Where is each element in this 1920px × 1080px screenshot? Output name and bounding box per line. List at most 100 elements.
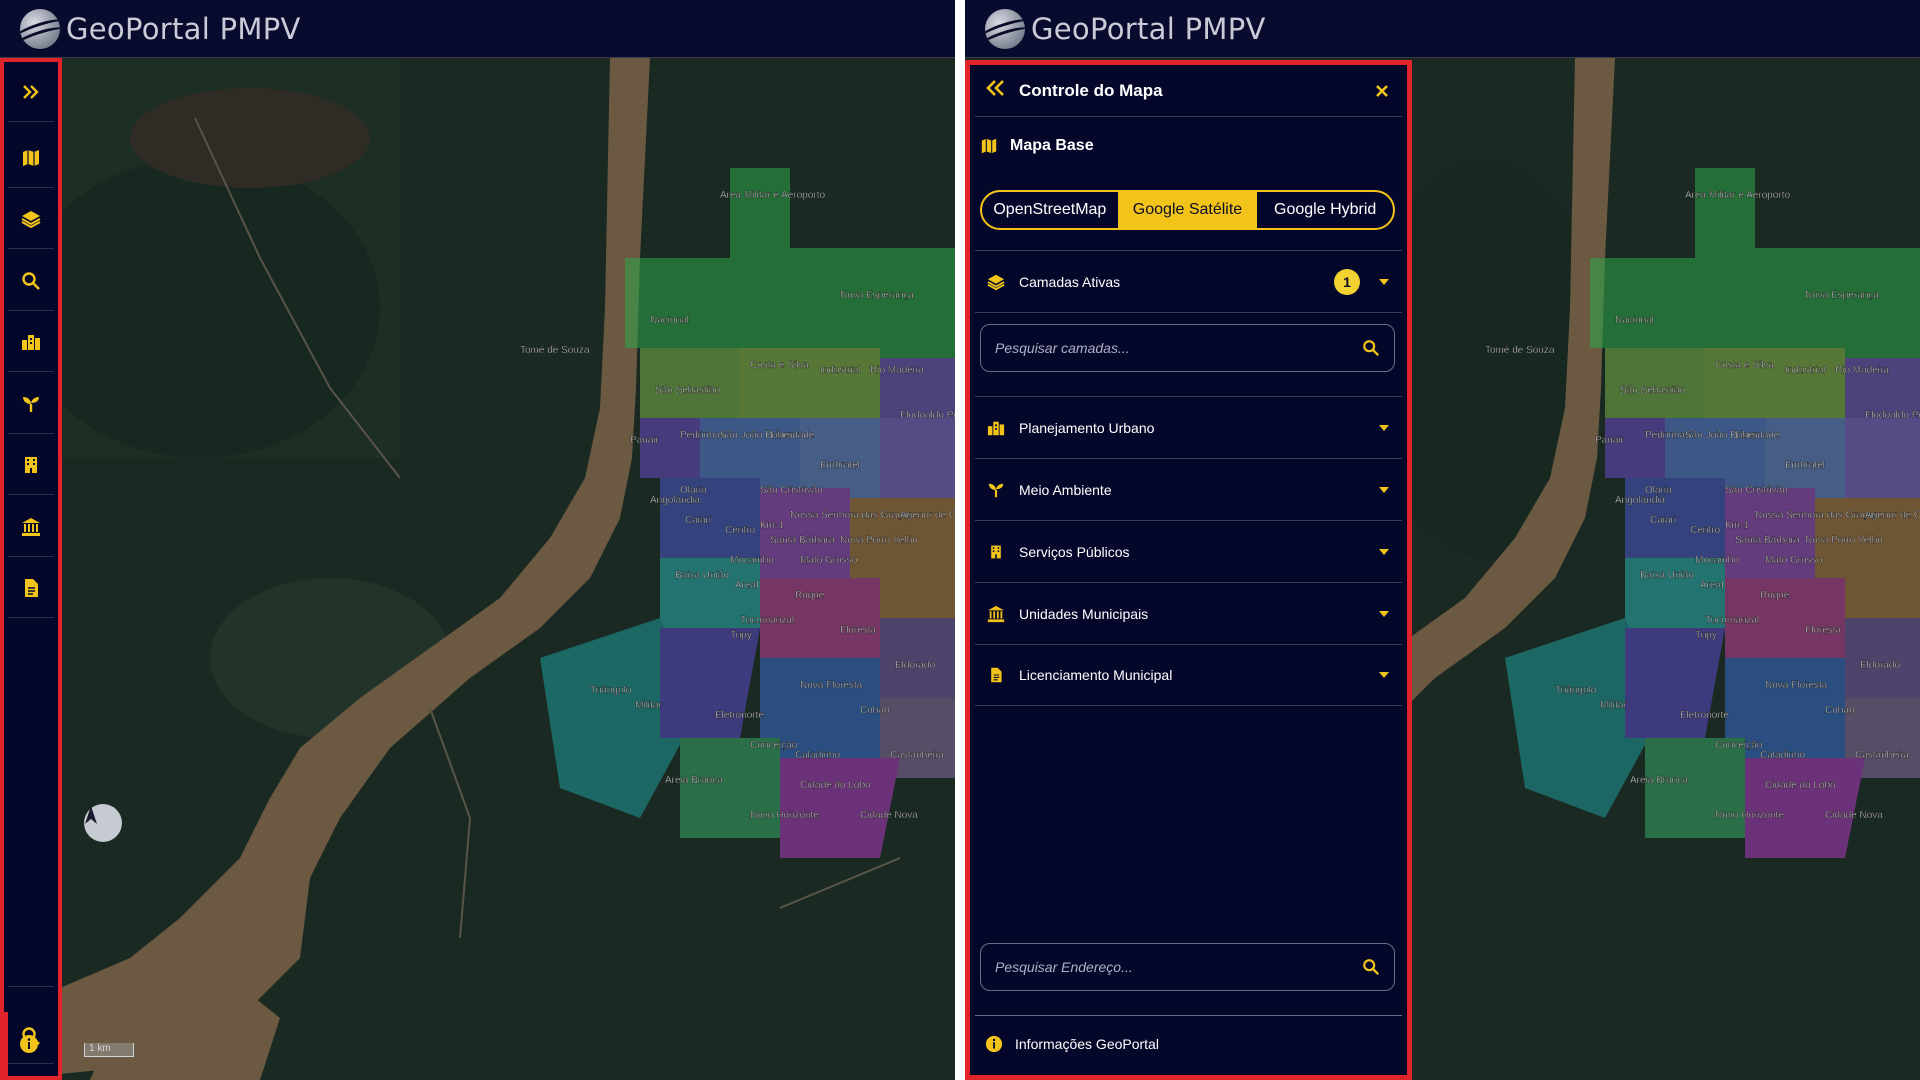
address-search-input[interactable] bbox=[995, 959, 1362, 975]
category-licensing[interactable]: Licenciamento Municipal bbox=[975, 644, 1402, 706]
neighborhood-label: Tomé de Souza bbox=[520, 345, 590, 356]
neighborhood-label: Liberdade bbox=[770, 430, 815, 441]
neighborhood-label: Santa Bárbara bbox=[1735, 535, 1800, 546]
neighborhood-label: Eletronorte bbox=[1680, 710, 1729, 721]
neighborhood-label: Costa e Silva bbox=[1715, 360, 1774, 371]
neighborhood-label: Flodoaldo Pontes Pinto bbox=[900, 410, 955, 421]
neighborhood-label: Agenor de Carvalho bbox=[1865, 510, 1920, 521]
active-layers-row[interactable]: Camadas Ativas 1 bbox=[975, 250, 1402, 312]
neighborhood-label: Santa Bárbara bbox=[770, 535, 835, 546]
neighborhood-label: Rio Madeira bbox=[870, 365, 924, 376]
neighborhood-label: Mato Grosso bbox=[1765, 555, 1823, 566]
neighborhood-label: Área Militar e Aeroporto bbox=[720, 188, 825, 201]
logo-icon bbox=[20, 8, 60, 49]
base-map-selector: OpenStreetMap Google Satélite Google Hyb… bbox=[980, 190, 1395, 230]
neighborhood-label: Caiari bbox=[685, 515, 711, 526]
category-municipal-units[interactable]: Unidades Municipais bbox=[975, 582, 1402, 644]
neighborhood-label: Nossa Senhora das Graças bbox=[790, 510, 913, 521]
base-map-option-google-satellite[interactable]: Google Satélite bbox=[1117, 192, 1258, 228]
neighborhood-label: Triângulo bbox=[1555, 685, 1597, 696]
layers-icon bbox=[987, 274, 1005, 290]
neighborhood-label: Nacional bbox=[650, 315, 689, 326]
neighborhood-label: Panair bbox=[630, 435, 660, 446]
neighborhood-label: Angolândia bbox=[650, 495, 700, 506]
map-control-panel: Controle do Mapa Mapa Base OpenStreetMap… bbox=[965, 60, 1412, 1080]
neighborhood-label: Nova Floresta bbox=[1765, 680, 1828, 691]
compass-button[interactable] bbox=[84, 804, 122, 842]
rail-licensing-button[interactable] bbox=[8, 558, 54, 618]
neighborhood-label: Flodoaldo Pontes Pinto bbox=[1865, 410, 1920, 421]
neighborhood-label: Caladinho bbox=[1760, 750, 1805, 761]
category-urban-planning[interactable]: Planejamento Urbano bbox=[975, 396, 1402, 458]
neighborhood-label: Industrial bbox=[820, 365, 861, 376]
caret-down-icon bbox=[1379, 424, 1389, 431]
rail-search-button[interactable] bbox=[8, 251, 54, 311]
rail-urban-planning-button[interactable] bbox=[8, 312, 54, 372]
neighborhood-label: Cidade Nova bbox=[860, 810, 918, 821]
expand-category-button[interactable] bbox=[1366, 424, 1402, 432]
category-label: Meio Ambiente bbox=[1019, 481, 1112, 498]
expand-active-layers-button[interactable] bbox=[1366, 278, 1402, 286]
layer-search-input[interactable] bbox=[995, 340, 1362, 356]
neighborhood-label: Areal bbox=[1700, 580, 1723, 591]
caret-down-icon bbox=[1379, 548, 1389, 555]
neighborhood-label: Mocambo bbox=[1695, 555, 1739, 566]
double-chevron-right-icon bbox=[23, 84, 39, 99]
expand-category-button[interactable] bbox=[1366, 610, 1402, 618]
category-label: Serviços Públicos bbox=[1019, 543, 1130, 560]
close-icon bbox=[1376, 84, 1388, 97]
neighborhood-label: Baixa União bbox=[1640, 570, 1694, 581]
scale-bar: 1 km bbox=[84, 1043, 134, 1057]
neighborhood-label: Cidade Nova bbox=[1825, 810, 1883, 821]
expand-category-button[interactable] bbox=[1366, 671, 1402, 679]
collapse-panel-button[interactable] bbox=[985, 79, 1015, 102]
neighborhood-label: Floresta bbox=[1805, 625, 1842, 636]
category-label: Unidades Municipais bbox=[1019, 605, 1149, 622]
neighborhood-label: Triângulo bbox=[590, 685, 632, 696]
neighborhood-label: Liberdade bbox=[1735, 430, 1780, 441]
neighborhood-label: Areia Branca bbox=[1630, 775, 1688, 786]
search-icon[interactable] bbox=[1362, 958, 1380, 976]
neighborhood-label: Cidade do Lobo bbox=[1765, 780, 1836, 791]
expand-sidebar-button[interactable] bbox=[8, 62, 54, 122]
double-chevron-left-icon bbox=[986, 80, 1004, 96]
neighborhood-label: Tomé de Souza bbox=[1485, 345, 1555, 356]
satellite-map[interactable]: Área Militar e Aeroporto Nova Esperança Na… bbox=[0, 58, 955, 1080]
neighborhood-label: São Cristóvão bbox=[760, 485, 823, 496]
caret-down-icon bbox=[1379, 486, 1389, 493]
rail-layers-button[interactable] bbox=[8, 189, 54, 249]
screen: GeoPortal PMPV Área Militar e Aeroporto … bbox=[0, 0, 1920, 1080]
neighborhood-label: Rio Madeira bbox=[1835, 365, 1889, 376]
geoportal-info-link[interactable]: Informações GeoPortal bbox=[975, 1015, 1402, 1071]
rail-info-button[interactable] bbox=[4, 1012, 50, 1076]
neighborhood-label: Pedrinhas bbox=[1645, 430, 1690, 441]
rail-environment-button[interactable] bbox=[8, 374, 54, 434]
map-canvas[interactable]: Área Militar e Aeroporto Nova Esperança Na… bbox=[0, 58, 955, 1080]
landmark-icon bbox=[22, 517, 40, 536]
neighborhood-label: Eletronorte bbox=[715, 710, 764, 721]
category-environment[interactable]: Meio Ambiente bbox=[975, 458, 1402, 520]
neighborhood-label: Industrial bbox=[1785, 365, 1826, 376]
seedling-icon bbox=[23, 396, 39, 412]
rail-public-services-button[interactable] bbox=[8, 435, 54, 495]
neighborhood-label: Caladinho bbox=[795, 750, 840, 761]
close-panel-button[interactable] bbox=[1362, 71, 1402, 111]
layers-icon bbox=[21, 210, 41, 228]
top-bar: GeoPortal PMPV bbox=[0, 0, 955, 58]
map-icon bbox=[981, 138, 997, 154]
rail-municipal-units-button[interactable] bbox=[8, 497, 54, 557]
neighborhood-label: Embratel bbox=[1785, 460, 1825, 471]
address-search-box bbox=[980, 943, 1395, 991]
collapsed-sidebar bbox=[0, 58, 62, 1080]
expand-category-button[interactable] bbox=[1366, 486, 1402, 494]
category-public-services[interactable]: Serviços Públicos bbox=[975, 520, 1402, 582]
neighborhood-label: Eldorado bbox=[1860, 660, 1900, 671]
info-icon bbox=[985, 1035, 1003, 1052]
base-map-option-google-hybrid[interactable]: Google Hybrid bbox=[1257, 192, 1393, 228]
neighborhood-label: Embratel bbox=[820, 460, 860, 471]
document-icon bbox=[991, 667, 1002, 683]
base-map-option-osm[interactable]: OpenStreetMap bbox=[982, 192, 1118, 228]
rail-map-button[interactable] bbox=[8, 128, 54, 188]
search-icon[interactable] bbox=[1362, 339, 1380, 357]
expand-category-button[interactable] bbox=[1366, 548, 1402, 556]
